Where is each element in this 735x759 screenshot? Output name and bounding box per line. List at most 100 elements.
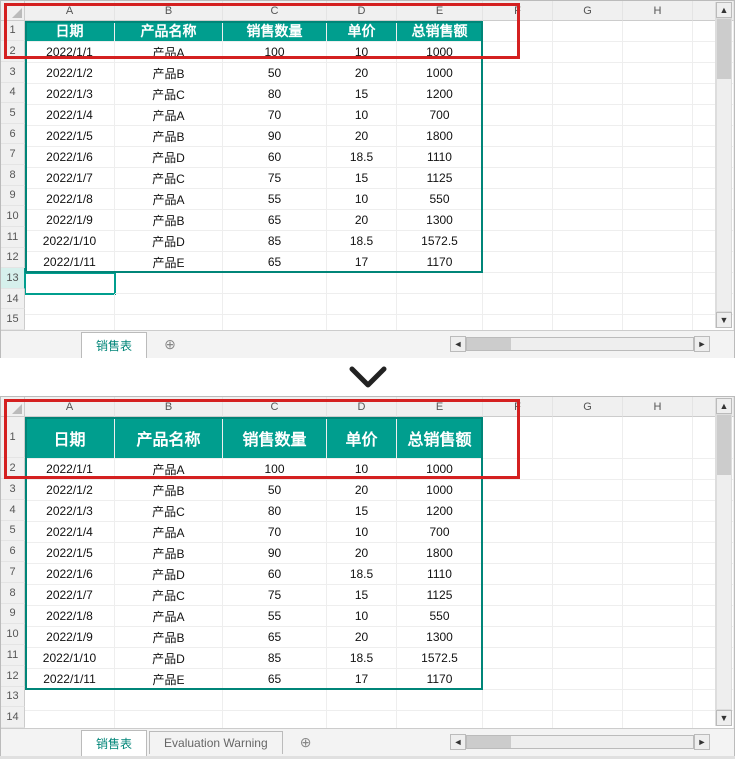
cell[interactable]: 65 [223,627,327,648]
cell[interactable]: 1170 [397,252,483,273]
grid-main[interactable]: A B C D E F G H 日期 产品名称 销售数量 单价 总销售额 [25,397,734,728]
cell[interactable]: 55 [223,606,327,627]
cell[interactable]: 10 [327,606,397,627]
cell[interactable]: 2022/1/4 [25,522,115,543]
cell[interactable] [623,294,693,315]
cell[interactable]: 产品B [115,210,223,231]
cell[interactable] [553,711,623,728]
row-header[interactable]: 5 [1,521,25,542]
cell[interactable] [483,231,553,252]
cell[interactable]: 15 [327,84,397,105]
scroll-right-arrow-icon[interactable]: ► [694,734,710,750]
cell[interactable]: 85 [223,648,327,669]
cell[interactable]: 20 [327,543,397,564]
cell[interactable]: 产品D [115,648,223,669]
cell[interactable] [553,522,623,543]
cell[interactable]: 产品B [115,126,223,147]
cell[interactable] [483,84,553,105]
row-header[interactable]: 6 [1,124,25,145]
cell[interactable]: 产品E [115,252,223,273]
cell[interactable] [223,273,327,294]
horizontal-scrollbar[interactable]: ◄ ► [450,733,710,751]
cell[interactable]: 产品A [115,522,223,543]
cell[interactable]: 65 [223,210,327,231]
cell[interactable]: 20 [327,627,397,648]
cell[interactable]: 10 [327,459,397,480]
cell[interactable] [553,42,623,63]
cell[interactable] [623,690,693,711]
cell[interactable]: 1000 [397,459,483,480]
cell[interactable]: 2022/1/6 [25,147,115,168]
cell[interactable] [623,564,693,585]
cell[interactable] [553,669,623,690]
cell[interactable]: 17 [327,252,397,273]
cell[interactable] [327,294,397,315]
cell[interactable]: 18.5 [327,564,397,585]
cell[interactable] [623,315,693,330]
cell[interactable] [483,480,553,501]
col-header[interactable]: E [397,397,483,417]
cell[interactable] [623,606,693,627]
scroll-thumb[interactable] [717,415,731,475]
cell[interactable] [623,231,693,252]
cell[interactable]: 2022/1/5 [25,543,115,564]
table-header-cell[interactable]: 销售数量 [223,417,327,459]
col-header[interactable]: H [623,397,693,417]
cell[interactable] [553,648,623,669]
cell[interactable] [623,210,693,231]
cell[interactable] [397,690,483,711]
cell[interactable]: 1110 [397,564,483,585]
cell[interactable] [623,627,693,648]
cell[interactable] [483,564,553,585]
cell[interactable] [115,690,223,711]
col-header[interactable]: E [397,1,483,21]
cell[interactable] [483,606,553,627]
row-header[interactable]: 11 [1,227,25,248]
cell[interactable]: 75 [223,585,327,606]
cell[interactable]: 产品B [115,627,223,648]
cell[interactable]: 60 [223,564,327,585]
scroll-track[interactable] [716,18,732,312]
cell[interactable]: 2022/1/7 [25,168,115,189]
row-header[interactable]: 12 [1,666,25,687]
row-header[interactable]: 3 [1,62,25,83]
cell[interactable]: 产品A [115,606,223,627]
cell[interactable] [397,711,483,728]
cell[interactable]: 1572.5 [397,648,483,669]
cell[interactable]: 20 [327,63,397,84]
cell[interactable] [553,231,623,252]
cell[interactable] [623,63,693,84]
cell[interactable] [115,315,223,330]
cell[interactable]: 产品C [115,84,223,105]
cell[interactable] [327,690,397,711]
cell[interactable] [483,669,553,690]
cell[interactable] [397,294,483,315]
table-header-cell[interactable]: 销售数量 [223,21,327,42]
scroll-track[interactable] [466,337,694,351]
cell[interactable] [483,210,553,231]
table-header-cell[interactable]: 总销售额 [397,417,483,459]
cell[interactable]: 70 [223,105,327,126]
cell[interactable] [223,690,327,711]
cell[interactable]: 产品C [115,585,223,606]
cell[interactable]: 70 [223,522,327,543]
cell[interactable] [223,294,327,315]
cell[interactable]: 1572.5 [397,231,483,252]
cell[interactable] [327,711,397,728]
row-header[interactable]: 9 [1,186,25,207]
cell[interactable] [623,252,693,273]
cell[interactable]: 2022/1/1 [25,42,115,63]
cell[interactable]: 1110 [397,147,483,168]
add-sheet-button[interactable]: ⊕ [159,334,181,356]
cell[interactable]: 20 [327,210,397,231]
cell[interactable] [25,273,115,294]
cell[interactable]: 18.5 [327,648,397,669]
cell[interactable] [483,126,553,147]
cell[interactable]: 1200 [397,84,483,105]
cell[interactable] [623,459,693,480]
row-header[interactable]: 9 [1,604,25,625]
col-header[interactable]: G [553,1,623,21]
cell[interactable]: 700 [397,522,483,543]
col-header[interactable]: D [327,397,397,417]
cell[interactable]: 1000 [397,480,483,501]
